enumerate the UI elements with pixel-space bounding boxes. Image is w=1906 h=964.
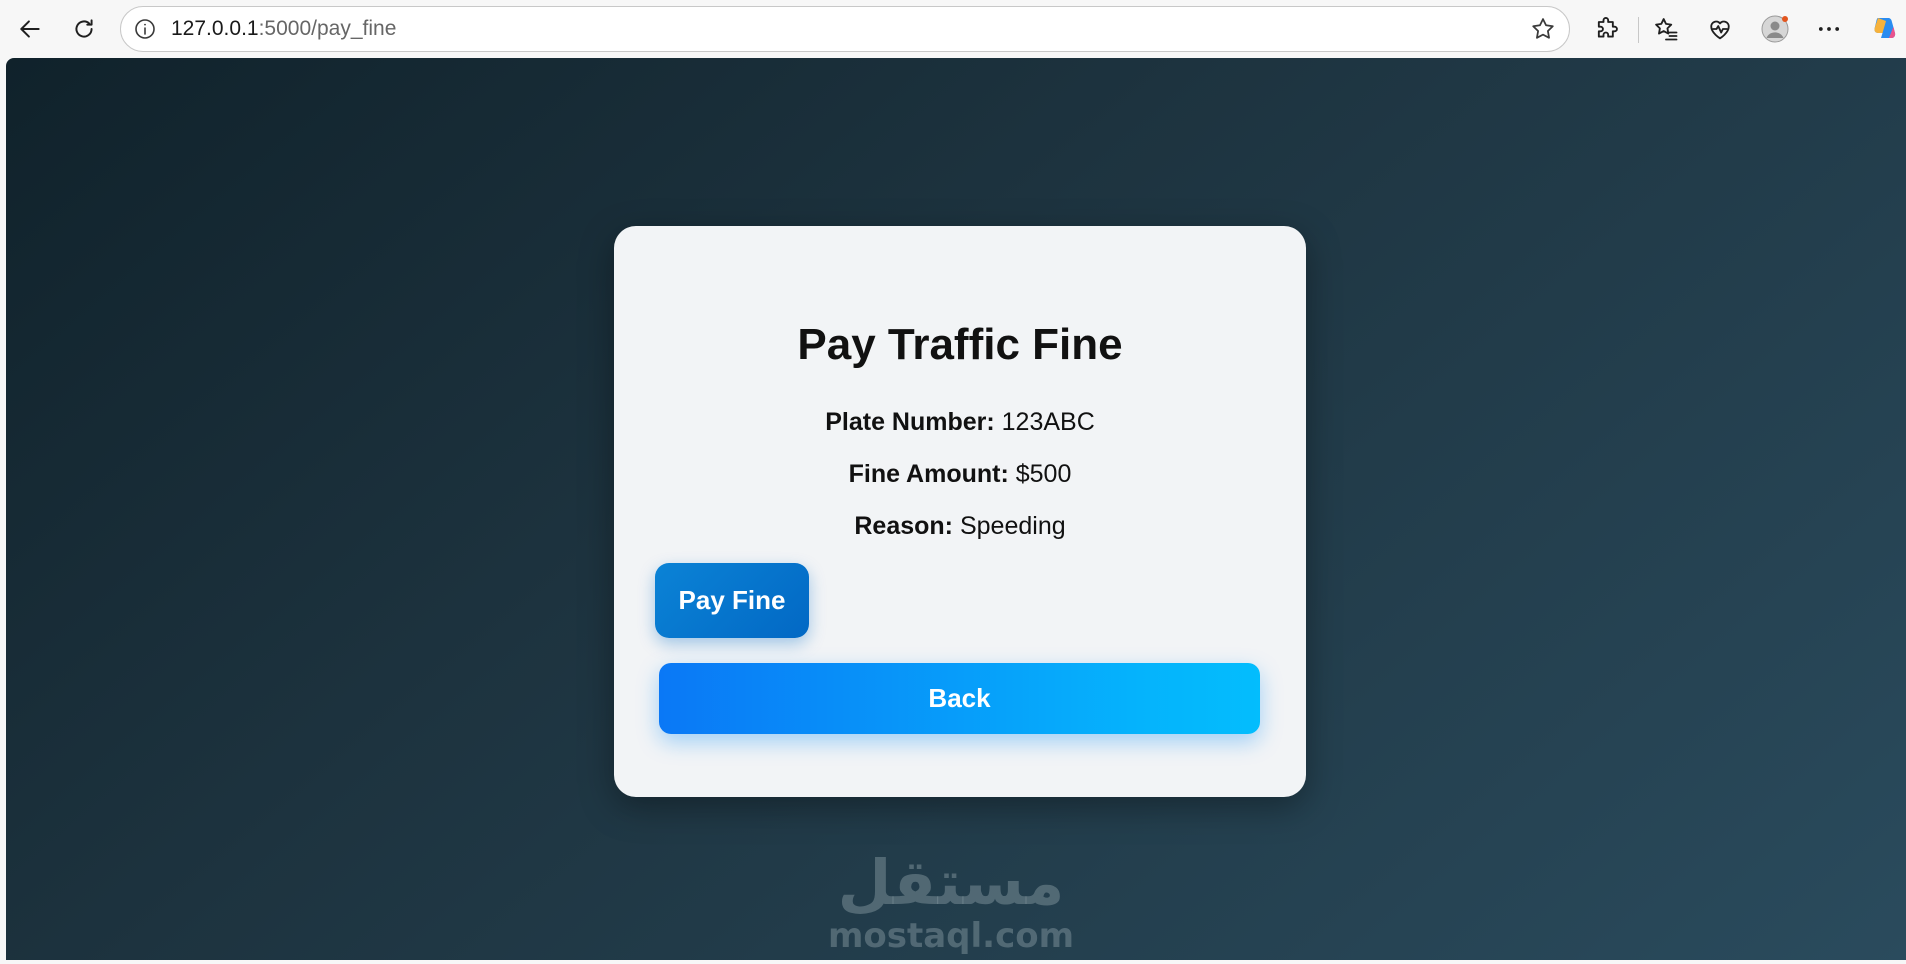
watermark-arabic: مستقل — [837, 846, 1065, 919]
fine-amount-label: Fine Amount: — [848, 460, 1009, 488]
back-arrow-icon — [20, 20, 40, 38]
browser-reload-button[interactable] — [64, 9, 104, 49]
plate-number-label: Plate Number: — [825, 408, 995, 436]
copilot-icon — [1874, 18, 1896, 38]
more-dots-icon — [1818, 27, 1840, 31]
profile-avatar-icon — [1761, 15, 1789, 43]
plate-number-row: Plate Number: 123ABC — [614, 408, 1306, 437]
browser-essentials-button[interactable] — [1702, 11, 1738, 47]
fine-amount-value: $500 — [1015, 460, 1072, 488]
watermark-latin: mostaql.com — [827, 916, 1075, 956]
reload-icon — [75, 19, 93, 38]
url-text[interactable]: 127.0.0.1:5000/pay_fine — [171, 7, 396, 51]
plate-number-value: 123ABC — [1001, 408, 1095, 436]
address-bar[interactable]: 127.0.0.1:5000/pay_fine — [120, 6, 1570, 52]
reason-row: Reason: Speeding — [614, 512, 1306, 541]
page-title: Pay Traffic Fine — [797, 320, 1123, 369]
heartbeat-icon — [1710, 20, 1730, 40]
copilot-button[interactable] — [1866, 11, 1902, 47]
browser-back-button[interactable] — [10, 9, 50, 49]
url-path: :5000/pay_fine — [258, 17, 397, 40]
favorites-button[interactable] — [1648, 11, 1684, 47]
more-options-button[interactable] — [1811, 11, 1847, 47]
reason-label: Reason: — [854, 512, 954, 540]
pay-fine-card: Pay Traffic Fine Plate Number: 123ABC Fi… — [614, 226, 1306, 797]
toolbar-divider — [1638, 17, 1639, 43]
star-icon[interactable] — [1529, 15, 1557, 43]
url-host: 127.0.0.1 — [171, 17, 259, 40]
fine-amount-row: Fine Amount: $500 — [614, 460, 1306, 489]
reason-value: Speeding — [959, 512, 1066, 540]
pay-fine-button[interactable]: Pay Fine — [655, 563, 809, 638]
extensions-button[interactable] — [1589, 11, 1625, 47]
watermark-logo: مستقل mostaql.com — [826, 848, 1076, 958]
profile-button[interactable] — [1757, 11, 1793, 47]
puzzle-icon — [1597, 17, 1618, 38]
back-button[interactable]: Back — [659, 663, 1260, 734]
page-viewport: Pay Traffic Fine Plate Number: 123ABC Fi… — [6, 58, 1906, 960]
browser-toolbar: 127.0.0.1:5000/pay_fine — [0, 0, 1906, 58]
favorites-list-icon — [1655, 18, 1678, 41]
info-icon[interactable] — [133, 17, 157, 41]
